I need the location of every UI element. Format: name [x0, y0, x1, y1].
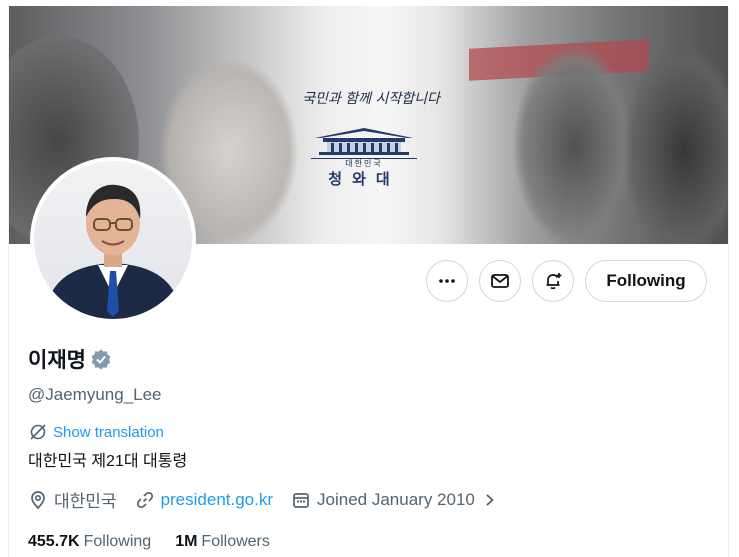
link-icon: [136, 491, 153, 508]
banner-emblem-name: 청와대: [328, 170, 400, 188]
following-label: Following: [83, 533, 152, 550]
user-handle: @Jaemyung_Lee: [28, 385, 162, 404]
avatar[interactable]: [30, 157, 196, 323]
website-link[interactable]: president.go.kr: [161, 490, 273, 510]
chevron-right-icon[interactable]: [483, 493, 497, 507]
location-label: 대한민국: [54, 492, 117, 511]
joined-label: Joined January 2010: [317, 489, 475, 509]
display-name: 이재명: [28, 349, 86, 372]
banner-photo-right: [514, 46, 634, 244]
blue-house-emblem-icon: [311, 128, 417, 159]
bio: 대한민국 제21대 대통령: [28, 453, 188, 470]
verified-badge-icon[interactable]: [90, 348, 112, 370]
profile-page: 국민과 함께 시작합니다 대한민국 청와대 Following 이재명 @Jae…: [8, 6, 729, 557]
location: 대한민국: [28, 487, 117, 512]
show-translation-link[interactable]: Show translation: [28, 422, 164, 442]
following-button[interactable]: Following: [585, 260, 707, 302]
name-row: 이재명: [28, 344, 112, 374]
calendar-icon: [293, 492, 309, 508]
following-count: 455.7K: [28, 533, 80, 550]
banner-photo-far-right: [624, 46, 728, 244]
location-pin-icon: [31, 490, 45, 509]
more-icon: [439, 279, 455, 283]
follow-stats: 455.7K Following 1M Followers: [28, 533, 294, 551]
profile-meta: 대한민국 president.go.kr Joined January 2010: [28, 487, 521, 512]
joined-date[interactable]: Joined January 2010: [291, 490, 503, 510]
website[interactable]: president.go.kr: [135, 490, 273, 510]
show-translation-label[interactable]: Show translation: [53, 424, 164, 441]
followers-label: Followers: [201, 533, 270, 550]
banner-caption: 국민과 함께 시작합니다: [302, 91, 440, 107]
notifications-button[interactable]: [532, 260, 574, 302]
followers-stat[interactable]: 1M Followers: [175, 533, 270, 551]
bell-plus-icon: [546, 273, 562, 290]
avatar-photo: [34, 161, 192, 319]
portrait-icon: [44, 184, 182, 319]
more-button[interactable]: [426, 260, 468, 302]
message-button[interactable]: [479, 260, 521, 302]
translate-icon: [30, 424, 46, 440]
envelope-icon: [491, 274, 509, 288]
followers-count: 1M: [175, 533, 198, 550]
following-stat[interactable]: 455.7K Following: [28, 533, 151, 551]
